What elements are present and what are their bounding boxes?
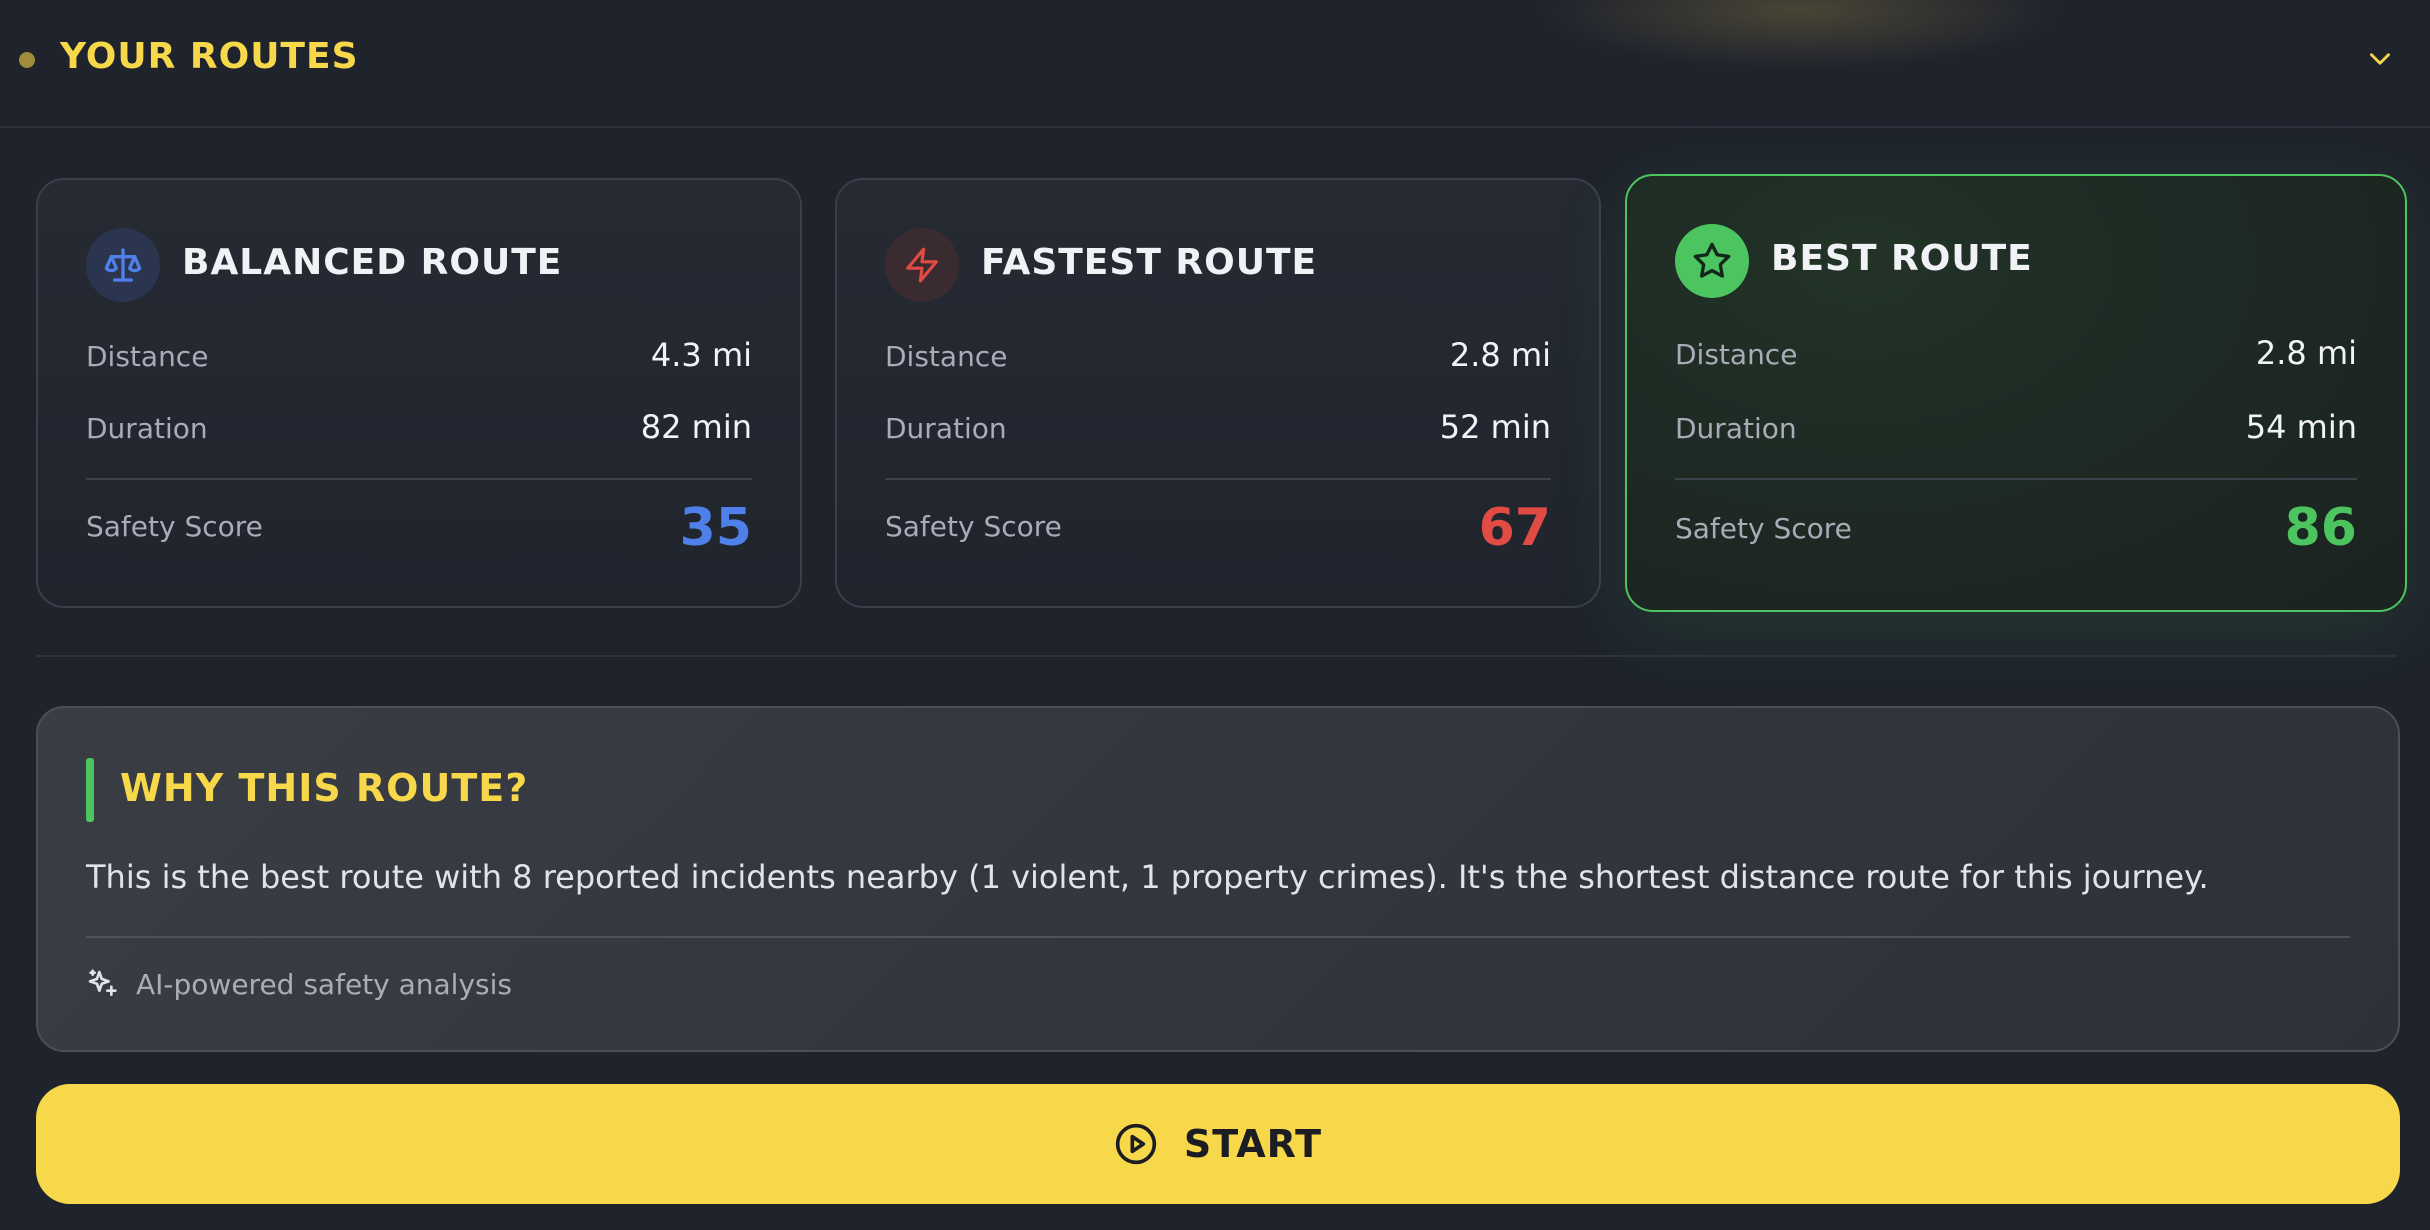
duration-value: 82 min (640, 408, 752, 446)
divider (885, 478, 1551, 480)
safety-score-value: 67 (1478, 498, 1551, 558)
safety-score-label: Safety Score (885, 510, 1062, 543)
why-this-route-panel: WHY THIS ROUTE? This is the best route w… (36, 706, 2400, 1052)
scale-icon (86, 228, 160, 302)
route-card-best[interactable]: BEST ROUTE Distance 2.8 mi Duration 54 m… (1625, 174, 2407, 612)
status-dot (19, 52, 35, 68)
chevron-down-icon[interactable] (2363, 42, 2397, 76)
duration-label: Duration (885, 412, 1007, 445)
safety-score-value: 86 (2284, 498, 2357, 558)
sparkles-icon (88, 969, 117, 996)
routes-panel: YOUR ROUTES BALANCED ROUTE Distance 4.3 … (0, 0, 2430, 1230)
duration-value: 52 min (1439, 408, 1551, 446)
route-title: FASTEST ROUTE (981, 242, 1318, 283)
why-title: WHY THIS ROUTE? (120, 766, 529, 810)
safety-score-value: 35 (679, 498, 752, 558)
route-title: BEST ROUTE (1771, 238, 2033, 279)
start-label: START (1183, 1122, 1323, 1166)
play-circle-icon (1115, 1123, 1157, 1165)
safety-score-label: Safety Score (86, 510, 263, 543)
distance-value: 2.8 mi (2255, 334, 2357, 372)
safety-score-label: Safety Score (1675, 512, 1852, 545)
section-divider (36, 655, 2396, 657)
duration-label: Duration (1675, 412, 1797, 445)
lightning-icon (885, 228, 959, 302)
divider (86, 478, 752, 480)
divider (1675, 478, 2357, 480)
distance-value: 2.8 mi (1449, 336, 1551, 374)
route-card-fastest[interactable]: FASTEST ROUTE Distance 2.8 mi Duration 5… (835, 178, 1601, 608)
route-title: BALANCED ROUTE (182, 242, 563, 283)
accent-bar (86, 758, 94, 822)
duration-value: 54 min (2245, 408, 2357, 446)
distance-label: Distance (885, 340, 1008, 373)
divider (86, 936, 2350, 938)
distance-label: Distance (86, 340, 209, 373)
section-title: YOUR ROUTES (60, 36, 359, 77)
distance-label: Distance (1675, 338, 1798, 371)
ai-analysis-label: AI-powered safety analysis (136, 968, 512, 1001)
distance-value: 4.3 mi (650, 336, 752, 374)
start-button[interactable]: START (36, 1084, 2400, 1204)
routes-header[interactable]: YOUR ROUTES (0, 0, 2430, 128)
why-description: This is the best route with 8 reported i… (86, 858, 2209, 896)
star-icon (1675, 224, 1749, 298)
duration-label: Duration (86, 412, 208, 445)
route-card-balanced[interactable]: BALANCED ROUTE Distance 4.3 mi Duration … (36, 178, 802, 608)
